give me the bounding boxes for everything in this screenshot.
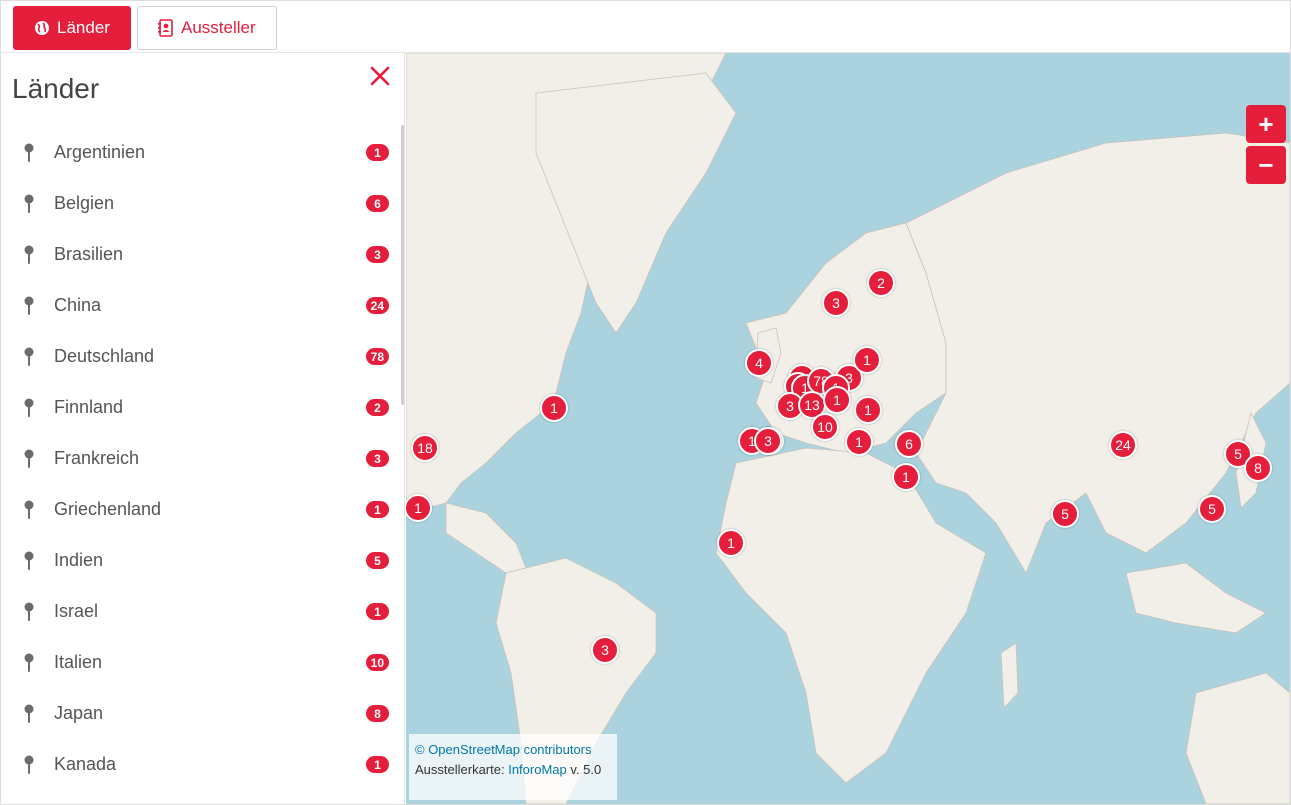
exhibitors-button[interactable]: Aussteller: [137, 6, 277, 50]
country-name: Japan: [54, 703, 104, 723]
country-list-item[interactable]: Deutschland 78: [1, 331, 401, 382]
map-cluster-marker[interactable]: 10: [811, 413, 839, 441]
map-cluster-marker[interactable]: 5: [1198, 495, 1226, 523]
map-cluster-marker[interactable]: 4: [745, 349, 773, 377]
countries-button-label: Länder: [57, 18, 110, 37]
country-name: Indien: [54, 550, 104, 570]
osm-link[interactable]: © OpenStreetMap contributors: [415, 742, 592, 757]
map-cluster-marker[interactable]: 24: [1109, 431, 1137, 459]
country-count-badge: 6: [366, 195, 389, 212]
map-cluster-marker[interactable]: 1: [854, 396, 882, 424]
map-pin-icon: [24, 755, 34, 774]
close-icon[interactable]: [369, 65, 391, 87]
attribution-version: v. 5.0: [566, 762, 602, 777]
map-cluster-marker[interactable]: 1: [540, 394, 568, 422]
map-cluster-marker[interactable]: 3: [754, 427, 782, 455]
countries-button[interactable]: Länder: [13, 6, 131, 50]
country-count-badge: 8: [366, 705, 389, 722]
map-cluster-marker[interactable]: 1: [853, 346, 881, 374]
country-count-badge: 1: [366, 603, 389, 620]
sidebar-title: Länder: [12, 73, 100, 104]
country-list-item[interactable]: Argentinien 1: [1, 127, 401, 178]
map-attribution: © OpenStreetMap contributors Ausstellerk…: [409, 734, 617, 800]
exhibitors-button-label: Aussteller: [181, 18, 256, 37]
country-count-badge: 3: [366, 246, 389, 263]
country-count-badge: 78: [365, 348, 389, 365]
map-cluster-marker[interactable]: 8: [1244, 454, 1272, 482]
map-cluster-marker[interactable]: 18: [411, 434, 439, 462]
map-pin-icon: [24, 194, 34, 213]
map-pin-icon: [24, 704, 34, 723]
country-name: Israel: [54, 601, 99, 621]
app-window: Länder Aussteller Länder Argentinien 1 Bel…: [0, 0, 1291, 805]
inforomap-link[interactable]: InforoMap: [508, 762, 567, 777]
map-pin-icon: [24, 296, 34, 315]
country-count-badge: 3: [366, 450, 389, 467]
address-book-icon: [158, 19, 173, 37]
sidebar-scrollbar[interactable]: [401, 125, 404, 405]
country-name: Kanada: [54, 754, 117, 774]
country-list-item[interactable]: Israel 1: [1, 586, 401, 637]
country-count-badge: 1: [366, 144, 389, 161]
country-list-item[interactable]: Indien 5: [1, 535, 401, 586]
country-list-item[interactable]: Brasilien 3: [1, 229, 401, 280]
australia-landmass: [1185, 672, 1290, 804]
country-list-item[interactable]: Italien 10: [1, 637, 401, 688]
globe-icon: [35, 21, 49, 35]
map-cluster-marker[interactable]: 1: [892, 463, 920, 491]
map-base-layer: [406, 53, 1290, 804]
map-pin-icon: [24, 347, 34, 366]
map-cluster-marker[interactable]: 1: [823, 386, 851, 414]
country-count-badge: 1: [366, 501, 389, 518]
country-count-badge: 2: [366, 399, 389, 416]
country-name: Brasilien: [54, 244, 124, 264]
country-list-item[interactable]: Frankreich 3: [1, 433, 401, 484]
map-pin-icon: [24, 602, 34, 621]
map-cluster-marker[interactable]: 2: [867, 269, 895, 297]
country-name: China: [54, 295, 102, 315]
country-count-badge: 10: [365, 654, 389, 671]
map-pin-icon: [24, 551, 34, 570]
country-count-badge: 1: [366, 756, 389, 773]
country-name: Griechenland: [54, 499, 162, 519]
country-list-item[interactable]: Kanada 1: [1, 739, 401, 790]
country-count-badge: 24: [365, 297, 389, 314]
countries-sidebar: Länder Argentinien 1 Belgien 6 Brasilien 3 Chi…: [1, 53, 405, 804]
map-pin-icon: [24, 449, 34, 468]
world-map[interactable]: 181113114561783131311110161322458553 + −…: [406, 53, 1290, 804]
country-count-badge: 5: [366, 552, 389, 569]
country-name: Finnland: [54, 397, 124, 417]
attribution-prefix: Ausstellerkarte:: [415, 762, 509, 777]
country-list-item[interactable]: China 24: [1, 280, 401, 331]
country-name: Deutschland: [54, 346, 155, 366]
map-cluster-marker[interactable]: 1: [845, 428, 873, 456]
map-pin-icon: [24, 143, 34, 162]
map-cluster-marker[interactable]: 5: [1051, 500, 1079, 528]
country-list-item[interactable]: Belgien 6: [1, 178, 401, 229]
map-pin-icon: [24, 245, 34, 264]
map-pin-icon: [24, 398, 34, 417]
map-cluster-marker[interactable]: 3: [591, 636, 619, 664]
map-cluster-marker[interactable]: 6: [895, 430, 923, 458]
map-cluster-marker[interactable]: 1: [717, 529, 745, 557]
country-list-item[interactable]: Japan 8: [1, 688, 401, 739]
country-list: Argentinien 1 Belgien 6 Brasilien 3 China 24 Deu…: [1, 127, 401, 790]
map-cluster-marker[interactable]: 3: [822, 289, 850, 317]
zoom-in-button[interactable]: +: [1246, 105, 1286, 143]
country-name: Frankreich: [54, 448, 140, 468]
country-list-item[interactable]: Finnland 2: [1, 382, 401, 433]
map-pin-icon: [24, 500, 34, 519]
country-name: Belgien: [54, 193, 115, 213]
map-pin-icon: [24, 653, 34, 672]
country-list-item[interactable]: Griechenland 1: [1, 484, 401, 535]
zoom-out-button[interactable]: −: [1246, 146, 1286, 184]
country-name: Argentinien: [54, 142, 146, 162]
top-toolbar: Länder Aussteller: [1, 1, 1290, 53]
country-name: Italien: [54, 652, 103, 672]
